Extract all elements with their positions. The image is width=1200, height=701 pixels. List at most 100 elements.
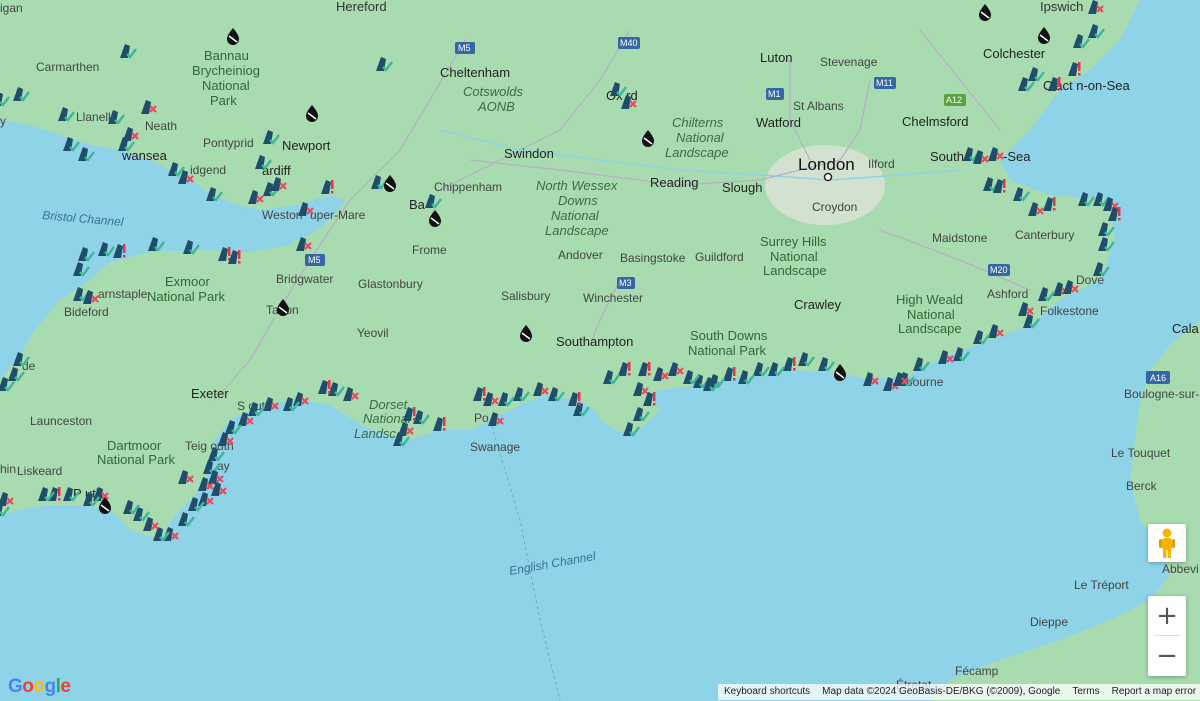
label-ilford: Ilford xyxy=(868,157,895,171)
terms-link[interactable]: Terms xyxy=(1066,684,1105,700)
svg-text:M5: M5 xyxy=(308,255,321,265)
label-chilterns: Chilterns xyxy=(672,115,724,130)
label-berck: Berck xyxy=(1126,479,1158,493)
label-fecamp: Fécamp xyxy=(955,664,999,678)
label-croydon: Croydon xyxy=(812,200,857,214)
label-chilterns-landscape: Landscape xyxy=(665,145,729,160)
zoom-control: + − xyxy=(1148,596,1186,676)
label-bath: Ba xyxy=(409,197,426,212)
label-nw-national: National xyxy=(551,208,600,223)
label-southend-sea: -Sea xyxy=(1003,149,1031,164)
label-gan: igan xyxy=(0,1,23,15)
label-abbeville: Abbevi xyxy=(1162,562,1199,576)
label-le-treport: Le Tréport xyxy=(1074,578,1129,592)
label-bideford: Bideford xyxy=(64,305,109,319)
label-luton: Luton xyxy=(760,50,793,65)
label-london: London xyxy=(798,155,855,174)
badge-m5-south: M5 xyxy=(305,254,325,266)
label-launceston: Launceston xyxy=(30,414,92,428)
label-dieppe: Dieppe xyxy=(1030,615,1068,629)
label-south-downs: South Downs xyxy=(690,328,768,343)
label-guildford: Guildford xyxy=(695,250,744,264)
label-crawley: Crawley xyxy=(794,297,841,312)
google-logo: Google xyxy=(8,676,71,697)
label-carmarthen: Carmarthen xyxy=(36,60,99,74)
badge-m11: M11 xyxy=(874,77,896,89)
label-lin: hin xyxy=(0,462,16,476)
map-data-text: Map data ©2024 GeoBasis-DE/BKG (©2009), … xyxy=(822,686,1061,697)
label-sd-park: National Park xyxy=(688,343,767,358)
label-ashford: Ashford xyxy=(987,287,1028,301)
svg-text:M5: M5 xyxy=(458,43,471,53)
label-folkestone: Folkestone xyxy=(1040,304,1099,318)
svg-text:M11: M11 xyxy=(876,78,893,88)
badge-m40: M40 xyxy=(618,37,640,49)
label-pontypridd: Pontyprid xyxy=(203,136,254,150)
label-exmoor: Exmoor xyxy=(165,274,210,289)
label-hereford: Hereford xyxy=(336,0,387,14)
label-bannau-national: National xyxy=(202,78,250,93)
label-winchester: Winchester xyxy=(583,291,643,305)
label-frome: Frome xyxy=(412,243,447,257)
label-aonb: AONB xyxy=(477,99,515,114)
label-bude: de xyxy=(22,359,36,373)
label-hw-landscape: Landscape xyxy=(898,321,962,336)
label-dorset: Dorset xyxy=(369,397,409,412)
label-barnstaple: arnstaple xyxy=(98,287,148,301)
label-bannau-park: Park xyxy=(210,93,237,108)
label-salisbury: Salisbury xyxy=(501,289,550,303)
zoom-in-button[interactable]: + xyxy=(1148,596,1186,635)
label-ry: y xyxy=(0,114,6,128)
zoom-out-button[interactable]: − xyxy=(1148,636,1186,675)
label-bridgwater: Bridgwater xyxy=(276,272,333,286)
label-bridgend: idgend xyxy=(190,163,226,177)
label-andover: Andover xyxy=(558,248,603,262)
label-weston: Weston xyxy=(262,208,302,222)
label-newport: Newport xyxy=(282,138,331,153)
svg-text:M3: M3 xyxy=(619,278,632,288)
label-high-weald: High Weald xyxy=(896,292,963,307)
label-southampton: Southampton xyxy=(556,334,633,349)
badge-a12: A12 xyxy=(944,94,966,106)
street-view-button[interactable] xyxy=(1148,524,1186,562)
label-colchester: Colchester xyxy=(983,46,1046,61)
badge-m1: M1 xyxy=(766,88,784,100)
label-chelmsford: Chelmsford xyxy=(902,114,968,129)
label-neath: Neath xyxy=(145,119,177,133)
label-slough: Slough xyxy=(722,180,762,195)
svg-text:M20: M20 xyxy=(990,265,1008,275)
label-glastonbury: Glastonbury xyxy=(358,277,423,291)
label-watford: Watford xyxy=(756,115,801,130)
label-poole: Po xyxy=(474,411,489,425)
label-surrey-hills: Surrey Hills xyxy=(760,234,827,249)
label-ipswich: Ipswich xyxy=(1040,0,1083,14)
label-chippenham: Chippenham xyxy=(434,180,502,194)
label-hw-national: National xyxy=(907,307,955,322)
label-sh-national: National xyxy=(770,249,818,264)
label-cotswolds: Cotswolds xyxy=(463,84,523,99)
label-llanelli: Llanell xyxy=(76,110,111,124)
report-error-link[interactable]: Report a map error xyxy=(1106,684,1200,700)
svg-text:A16: A16 xyxy=(1150,373,1166,383)
label-super-mare: uper-Mare xyxy=(310,208,366,222)
badge-m20: M20 xyxy=(988,264,1010,276)
label-yeovil: Yeovil xyxy=(357,326,389,340)
badge-m3: M3 xyxy=(617,277,635,289)
svg-text:M40: M40 xyxy=(620,38,638,48)
label-cheltenham: Cheltenham xyxy=(440,65,510,80)
label-st-albans: St Albans xyxy=(793,99,844,113)
keyboard-shortcuts-link[interactable]: Keyboard shortcuts xyxy=(718,684,816,700)
label-basingstoke: Basingstoke xyxy=(620,251,686,265)
label-bannau: Bannau xyxy=(204,48,249,63)
map-canvas[interactable]: London Hereford Ipswich Carmarthen Banna… xyxy=(0,0,1200,701)
label-reading: Reading xyxy=(650,175,698,190)
badge-a16: A16 xyxy=(1146,371,1170,384)
label-dartmoor: Dartmoor xyxy=(107,438,162,453)
label-liskeard: Liskeard xyxy=(17,464,62,478)
label-swindon: Swindon xyxy=(504,146,554,161)
pegman-icon xyxy=(1159,528,1175,558)
label-brycheiniog: Brycheiniog xyxy=(192,63,260,78)
label-southend: South xyxy=(930,149,964,164)
label-north-wessex: North Wessex xyxy=(536,178,618,193)
svg-text:A12: A12 xyxy=(946,95,962,105)
